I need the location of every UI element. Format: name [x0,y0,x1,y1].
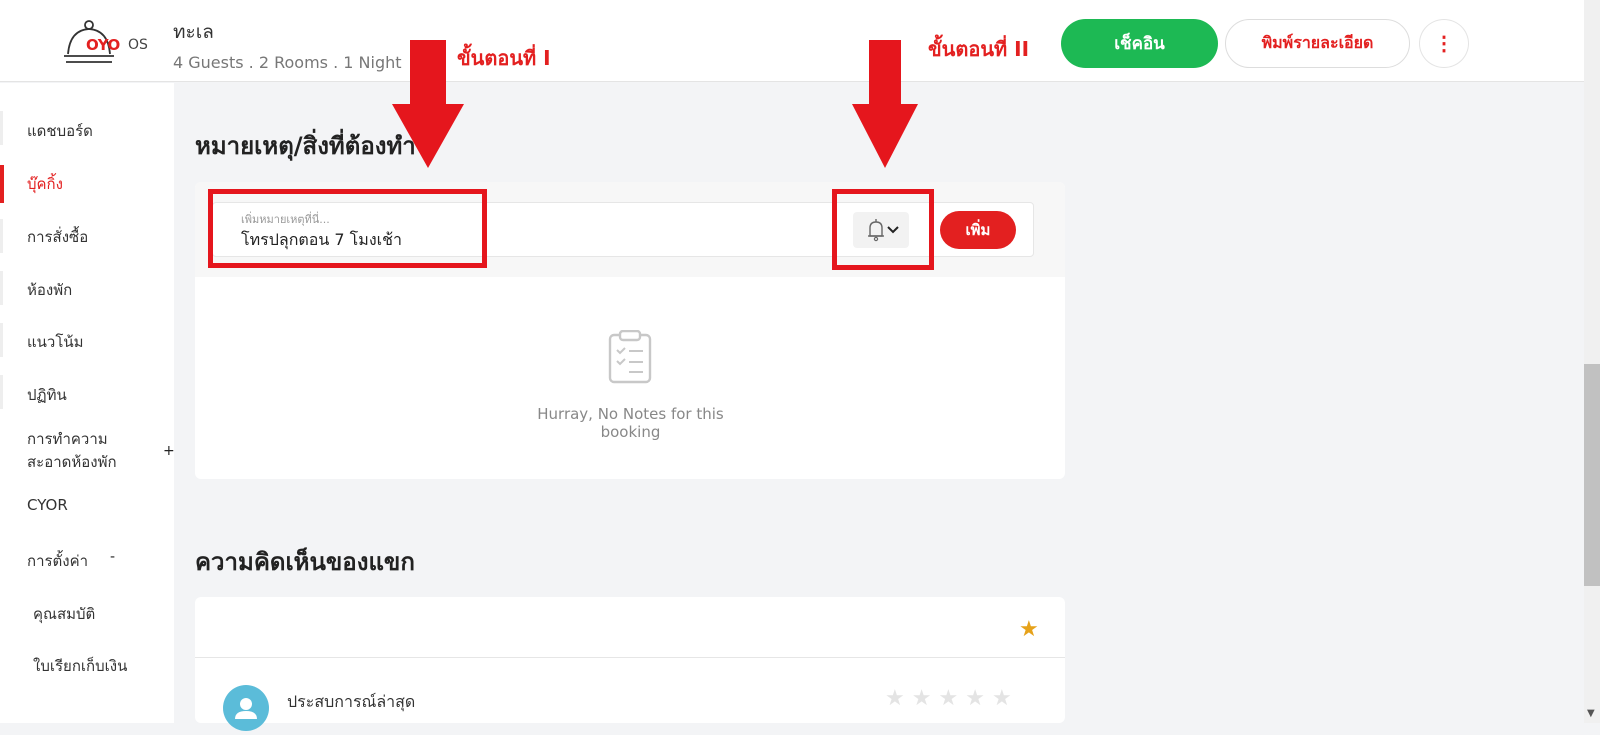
checkin-button[interactable]: เช็คอิน [1061,19,1218,68]
sidebar-item-orders[interactable]: การสั่งซื้อ [27,225,88,249]
feedback-section-title: ความคิดเห็นของแขก [195,548,415,576]
sidebar-active-indicator [0,165,4,203]
logo-suffix-text: OS [128,37,148,53]
clipboard-icon [608,330,652,384]
more-options-button[interactable]: ⋮ [1419,19,1469,68]
sidebar-item-settings[interactable]: การตั้งค่า [27,549,88,573]
sidebar-marker [0,375,3,409]
divider [195,657,1065,658]
step-two-label: ขั้นตอนที่ II [928,37,1030,61]
add-note-button[interactable]: เพิ่ม [940,211,1016,249]
step-one-arrow-icon [392,40,464,168]
sidebar-item-trends[interactable]: แนวโน้ม [27,330,84,354]
step-one-label: ขั้นตอนที่ I [457,46,551,70]
sidebar-item-cyor[interactable]: CYOR [27,496,68,514]
sidebar: แดชบอร์ด บุ๊คกิ้ง การสั่งซื้อ ห้องพัก แน… [0,83,175,723]
rating-stars[interactable]: ★★★★★ [885,686,1019,711]
scrollbar-thumb[interactable] [1584,364,1600,586]
collapse-icon[interactable]: - [110,549,115,565]
rating-star-1[interactable]: ★ [885,686,912,711]
scroll-down-icon[interactable]: ▼ [1587,708,1595,719]
expand-icon[interactable]: + [163,443,175,459]
sidebar-item-bookings[interactable]: บุ๊คกิ้ง [27,172,63,196]
latest-experience-label: ประสบการณ์ล่าสุด [287,692,416,711]
step-one-highlight-box [208,189,487,268]
scrollbar-track[interactable] [1584,0,1600,723]
sidebar-subitem-properties[interactable]: คุณสมบัติ [33,602,95,626]
empty-notes-message: Hurray, No Notes for this booking [537,405,724,441]
rating-star-2[interactable]: ★ [912,686,939,711]
sidebar-subitem-invoices[interactable]: ใบเรียกเก็บเงิน [33,654,127,678]
avatar [223,685,269,731]
step-two-highlight-box [832,189,934,270]
user-icon [235,698,257,719]
sidebar-item-housekeeping[interactable]: การทำความ สะอาดห้องพัก [27,428,142,474]
notes-section-title: หมายเหตุ/สิ่งที่ต้องทำ [195,132,416,160]
booking-summary: 4 Guests . 2 Rooms . 1 Night [173,53,402,72]
sidebar-item-dashboard[interactable]: แดชบอร์ด [27,119,93,143]
star-icon: ★ [1019,617,1039,642]
sidebar-marker [0,219,3,253]
logo-brand-text: OYO [86,36,120,54]
step-two-arrow-icon [852,40,918,168]
rating-star-3[interactable]: ★ [938,686,965,711]
oyo-logo[interactable]: OYO OS [62,20,152,66]
top-bar: OYO OS ทะเล 4 Guests . 2 Rooms . 1 Night… [0,0,1600,82]
sidebar-marker [0,111,3,145]
rating-star-5[interactable]: ★ [992,686,1019,711]
print-details-button[interactable]: พิมพ์รายละเอียด [1225,19,1410,68]
sidebar-item-rooms[interactable]: ห้องพัก [27,278,72,302]
rating-star-4[interactable]: ★ [965,686,992,711]
sidebar-marker [0,323,3,357]
sidebar-marker [0,271,3,305]
sidebar-item-calendar[interactable]: ปฏิทิน [27,383,67,407]
hotel-name: ทะเล [173,21,214,43]
